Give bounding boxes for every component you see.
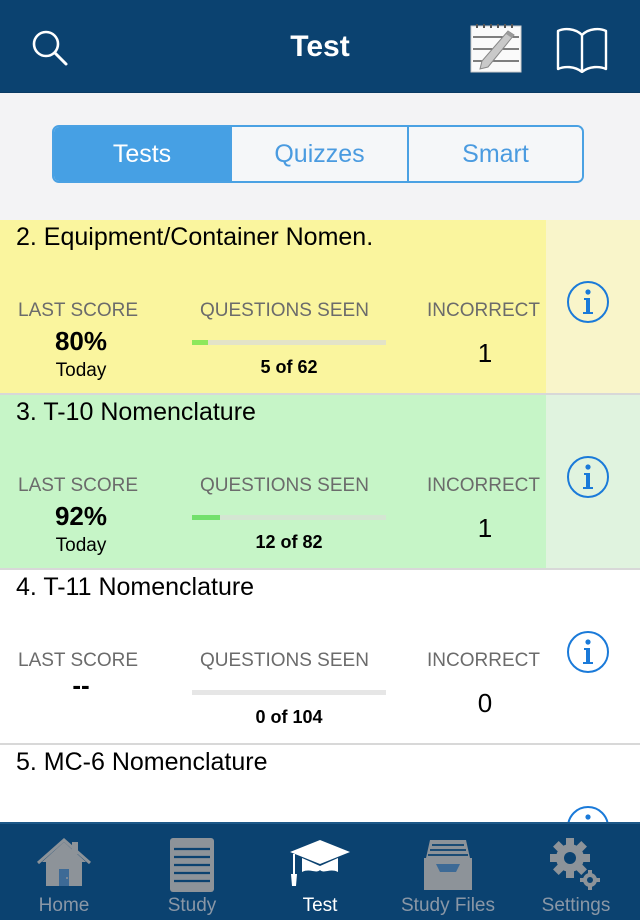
- last-score-label: LAST SCORE: [18, 650, 139, 671]
- segment-smart[interactable]: Smart: [407, 127, 582, 181]
- info-button[interactable]: [566, 280, 610, 324]
- info-icon: [567, 806, 609, 823]
- graduation-cap-icon: [290, 840, 350, 886]
- test-title: 4. T-11 Nomenclature: [16, 573, 255, 601]
- tab-study[interactable]: Study: [128, 824, 256, 920]
- questions-seen-label: QUESTIONS SEEN: [200, 650, 369, 671]
- home-icon: [37, 837, 91, 886]
- book-icon: [556, 27, 608, 74]
- tab-label: Study Files: [401, 895, 495, 916]
- tab-label: Home: [38, 895, 90, 916]
- segment-area: Tests Quizzes Smart: [0, 94, 640, 220]
- questions-seen-label: QUESTIONS SEEN: [200, 300, 369, 321]
- info-button[interactable]: [566, 805, 610, 823]
- page-title: Test: [290, 30, 350, 63]
- last-score-value: 80%: [54, 326, 108, 356]
- tab-label: Study: [167, 895, 217, 916]
- questions-seen-count: 12 of 82: [255, 532, 323, 552]
- info-button[interactable]: [566, 630, 610, 674]
- test-row[interactable]: 3. T-10 Nomenclature LAST SCORE QUESTION…: [0, 395, 640, 570]
- last-score-value: --: [72, 670, 90, 700]
- tab-label: Settings: [541, 895, 611, 916]
- incorrect-count: 0: [477, 688, 493, 718]
- questions-seen-count: 5 of 62: [260, 357, 318, 377]
- test-row-main[interactable]: 2. Equipment/Container Nomen. LAST SCORE…: [0, 220, 546, 393]
- incorrect-label: INCORRECT: [427, 300, 540, 321]
- questions-seen-progress-bar: [192, 515, 386, 520]
- last-score-date: Today: [55, 360, 107, 381]
- tab-label: Test: [302, 895, 338, 916]
- book-button[interactable]: [555, 25, 609, 74]
- notepad-pencil-icon: [470, 24, 522, 73]
- test-title: 3. T-10 Nomenclature: [16, 398, 256, 426]
- last-score-value: 92%: [54, 501, 108, 531]
- test-row[interactable]: 5. MC-6 Nomenclature: [0, 745, 640, 823]
- last-score-date: Today: [55, 535, 107, 556]
- info-column: [546, 570, 640, 743]
- navigation-bar: Test: [0, 0, 640, 93]
- info-icon: [567, 456, 609, 498]
- notepad-icon: [170, 838, 214, 892]
- tab-test[interactable]: Test: [256, 824, 384, 920]
- tab-settings[interactable]: Settings: [512, 824, 640, 920]
- questions-seen-progress-bar: [192, 690, 386, 695]
- test-title: 2. Equipment/Container Nomen.: [16, 223, 374, 251]
- test-type-segmented-control: Tests Quizzes Smart: [52, 125, 584, 183]
- incorrect-label: INCORRECT: [427, 650, 540, 671]
- file-tray-icon: [424, 840, 472, 890]
- segment-quizzes[interactable]: Quizzes: [230, 127, 407, 181]
- test-title: 5. MC-6 Nomenclature: [16, 748, 268, 776]
- incorrect-count: 1: [477, 338, 493, 368]
- test-row-main[interactable]: 3. T-10 Nomenclature LAST SCORE QUESTION…: [0, 395, 546, 568]
- info-column: [546, 220, 640, 393]
- test-row[interactable]: 2. Equipment/Container Nomen. LAST SCORE…: [0, 220, 640, 395]
- info-button[interactable]: [566, 455, 610, 499]
- last-score-label: LAST SCORE: [18, 475, 139, 496]
- test-list[interactable]: 2. Equipment/Container Nomen. LAST SCORE…: [0, 220, 640, 823]
- last-score-label: LAST SCORE: [18, 300, 139, 321]
- questions-seen-progress-bar: [192, 340, 386, 345]
- segment-tests[interactable]: Tests: [54, 127, 230, 181]
- progress-fill: [192, 515, 221, 520]
- test-row[interactable]: 4. T-11 Nomenclature LAST SCORE QUESTION…: [0, 570, 640, 745]
- gears-icon: [550, 838, 600, 890]
- tab-home[interactable]: Home: [0, 824, 128, 920]
- notes-button[interactable]: [470, 23, 522, 73]
- tab-bar: Home Study Test Study Files Settings: [0, 822, 640, 920]
- incorrect-label: INCORRECT: [427, 475, 540, 496]
- test-row-main[interactable]: 5. MC-6 Nomenclature: [0, 745, 546, 823]
- info-icon: [567, 631, 609, 673]
- questions-seen-label: QUESTIONS SEEN: [200, 475, 369, 496]
- tab-study-files[interactable]: Study Files: [384, 824, 512, 920]
- test-row-main[interactable]: 4. T-11 Nomenclature LAST SCORE QUESTION…: [0, 570, 546, 743]
- questions-seen-count: 0 of 104: [255, 707, 323, 727]
- info-icon: [567, 281, 609, 323]
- info-column: [546, 395, 640, 568]
- incorrect-count: 1: [477, 513, 493, 543]
- info-column: [546, 745, 640, 823]
- progress-fill: [192, 340, 208, 345]
